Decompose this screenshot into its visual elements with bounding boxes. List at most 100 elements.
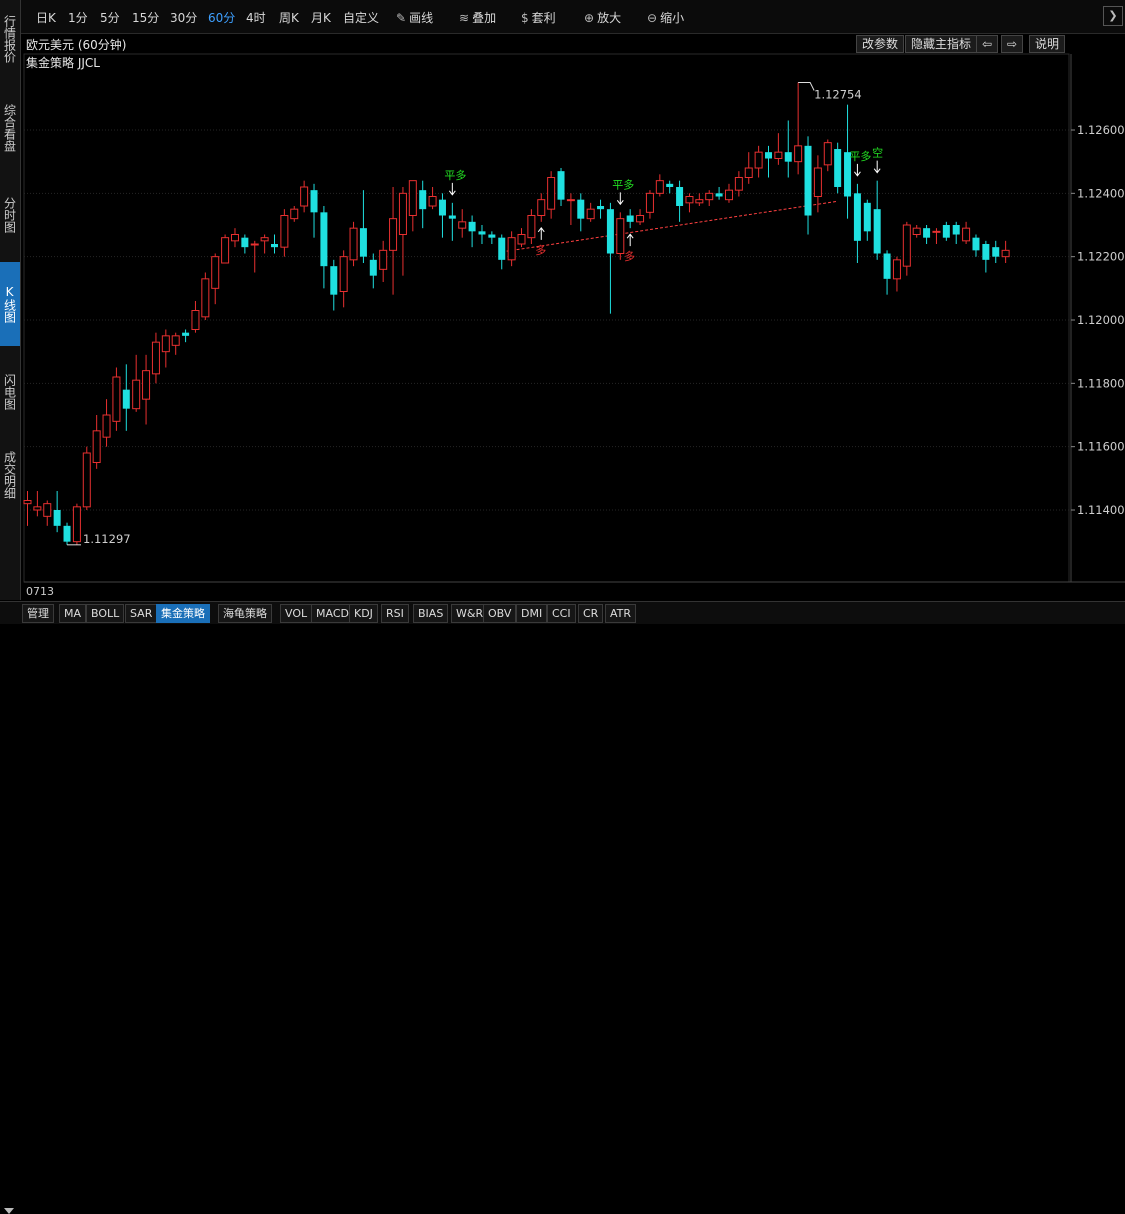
candle-body	[112, 376, 121, 422]
candle-body	[260, 237, 269, 242]
candle	[527, 209, 536, 244]
candle	[715, 187, 723, 200]
candle	[211, 253, 220, 305]
candle-body	[191, 310, 200, 330]
tab-rsi[interactable]: RSI	[381, 604, 409, 623]
candle-body	[636, 215, 645, 223]
candle	[359, 190, 367, 263]
caret-down-icon[interactable]	[4, 1208, 14, 1214]
candle-body	[923, 228, 931, 238]
left-tab-quotes[interactable]: 行情报价	[0, 0, 20, 78]
left-tab-trades[interactable]: 成交明细	[0, 440, 20, 510]
candlestick-chart[interactable]: 1.12600 1.12400 1.12200 1.12000 1.11800 1.116…	[21, 0, 1125, 600]
tab-manage[interactable]: 管理	[22, 604, 54, 623]
tab-obv[interactable]: OBV	[483, 604, 517, 623]
candle	[902, 221, 911, 276]
candle-body	[271, 244, 278, 248]
y-tick-label: 1.12400	[1077, 186, 1125, 200]
candle	[912, 225, 921, 238]
candle-body	[488, 234, 496, 238]
tab-cr[interactable]: CR	[578, 604, 604, 623]
tab-dmi[interactable]: DMI	[516, 604, 548, 623]
candle	[744, 152, 753, 184]
candle-body	[389, 218, 398, 251]
tab-boll[interactable]: BOLL	[86, 604, 125, 623]
candle-body	[537, 199, 546, 217]
tab-bias[interactable]: BIAS	[413, 604, 449, 623]
candle-body	[655, 180, 664, 194]
candle	[92, 415, 101, 469]
left-tab-timeshare[interactable]: 分时图	[0, 180, 20, 250]
candle-body	[122, 389, 130, 409]
candle	[300, 180, 309, 213]
candle	[626, 209, 634, 229]
candle-body	[320, 212, 328, 267]
candle	[705, 190, 714, 206]
candle	[655, 174, 664, 197]
left-tab-kline[interactable]: K线图	[0, 262, 20, 346]
candle	[132, 354, 141, 412]
candle	[82, 446, 91, 510]
candle	[774, 133, 783, 165]
tab-vol[interactable]: VOL	[280, 604, 313, 623]
left-tab-overview[interactable]: 综合看盘	[0, 90, 20, 166]
candle-body	[241, 237, 249, 248]
candle-body	[645, 192, 654, 213]
candle	[468, 215, 476, 248]
candle-body	[182, 332, 190, 336]
tab-jjcl[interactable]: 集金策略	[156, 604, 210, 623]
candle	[537, 193, 546, 222]
candle-body	[280, 215, 289, 248]
candle	[161, 329, 170, 368]
candle	[488, 231, 496, 244]
candle	[636, 209, 645, 225]
tab-turtle[interactable]: 海龟策略	[218, 604, 272, 623]
tab-kdj[interactable]: KDJ	[349, 604, 378, 623]
tab-atr[interactable]: ATR	[605, 604, 637, 623]
candle	[448, 202, 456, 241]
candle	[102, 399, 111, 447]
candle	[972, 234, 980, 257]
candle	[112, 367, 121, 431]
left-tab-flash[interactable]: 闪电图	[0, 356, 20, 428]
tab-sar[interactable]: SAR	[125, 604, 158, 623]
candle	[221, 234, 230, 264]
candle	[676, 180, 684, 222]
y-tick-label: 1.11600	[1077, 440, 1125, 454]
candle-body	[221, 237, 230, 264]
candle-body	[616, 218, 625, 255]
candle	[53, 491, 61, 533]
candle-body	[419, 190, 427, 210]
candle	[666, 180, 674, 194]
high-marker-line	[798, 82, 815, 91]
candle-body	[230, 234, 239, 242]
candle-body	[557, 171, 565, 200]
candle	[517, 228, 526, 248]
tab-cci[interactable]: CCI	[547, 604, 576, 623]
candle-body	[606, 209, 614, 254]
candle-body	[744, 167, 753, 178]
candle	[586, 202, 595, 222]
candle	[63, 522, 71, 545]
candle-body	[586, 208, 595, 220]
candle-body	[834, 149, 842, 187]
candle	[794, 82, 803, 175]
candle	[883, 250, 891, 295]
candle	[557, 168, 565, 206]
candle	[428, 187, 437, 210]
candle	[191, 301, 200, 333]
tab-ma[interactable]: MA	[59, 604, 87, 623]
tab-macd[interactable]: MACD	[311, 604, 354, 623]
candle	[389, 187, 398, 295]
candle	[962, 221, 971, 244]
candle-body	[972, 237, 980, 251]
candle-body	[102, 414, 111, 438]
candle	[982, 240, 990, 273]
candle	[892, 256, 901, 292]
candle-body	[952, 225, 960, 235]
candle-body	[359, 228, 367, 257]
candle	[330, 259, 338, 311]
indicator-tab-bar: 管理 MA BOLL SAR 集金策略 海龟策略 VOL MACD KDJ RS…	[0, 601, 1125, 1214]
candle	[241, 234, 249, 254]
candle	[290, 206, 299, 222]
